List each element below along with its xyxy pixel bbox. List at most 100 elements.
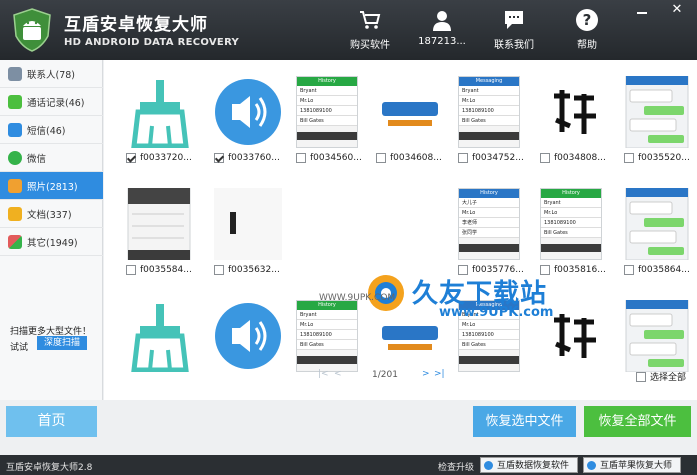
help-label: 帮助: [577, 40, 597, 51]
app-title: 互盾安卓恢复大师: [64, 15, 208, 35]
thumbnail-image: [214, 76, 282, 148]
thumbnail-caption: f0034752...: [458, 152, 544, 164]
photo-grid: f0033720... f0033760... History Bryant Mr.Lo…: [104, 60, 697, 400]
watermark-url: www.9UPK.com: [439, 305, 554, 320]
thumbnail-image: [126, 188, 194, 260]
deep-scan-button[interactable]: 深度扫描: [37, 336, 87, 350]
thumbnail-caption: f0035816...: [540, 264, 626, 276]
phone-title-bar: History: [541, 189, 601, 198]
thumbnail-caption: f0035520...: [624, 152, 697, 164]
buy-software-label: 购买软件: [350, 40, 390, 51]
phone-row: Bryant: [297, 86, 357, 96]
phone-row: 1381089100: [459, 106, 519, 116]
checkbox[interactable]: [458, 153, 468, 163]
phone-icon: [8, 94, 22, 109]
broom-icon: [131, 304, 189, 372]
wechat-icon: [8, 150, 22, 165]
phone-row: 1381089100: [297, 106, 357, 116]
checkbox[interactable]: [296, 153, 306, 163]
checkbox[interactable]: [126, 265, 136, 275]
phone-row: 1381089100: [541, 218, 601, 228]
chat-screenshot-icon: [625, 300, 689, 372]
checkbox[interactable]: [214, 265, 224, 275]
chat-bubble-icon: [505, 11, 523, 29]
thumbnail-caption: f0034808...: [540, 152, 626, 164]
thumbnail-caption: f0033720...: [126, 152, 212, 164]
sidebar-item-photos[interactable]: 照片(2813): [0, 172, 103, 200]
phone-row: Mr.Lo: [297, 96, 357, 106]
checkbox[interactable]: [624, 265, 634, 275]
watermark-small: WWW.9UPK.COM: [319, 293, 396, 303]
phone-row: Mr.Lo: [541, 208, 601, 218]
other-icon: [8, 234, 22, 249]
thumbnail-image: History Bryant Mr.Lo 1381089100 Bill Gates: [540, 188, 608, 260]
file-name: f0034752...: [472, 153, 524, 163]
app-window: 互盾安卓恢复大师 HD ANDROID DATA RECOVERY 购买软件 1…: [0, 0, 697, 475]
phone-footer: [459, 132, 519, 140]
sidebar-item-call-log[interactable]: 通话记录(46): [0, 88, 103, 116]
checkbox[interactable]: [126, 153, 136, 163]
phone-row: Mr.Lo: [459, 320, 519, 330]
thumbnail-image: History Bryant Mr.Lo 1381089100 Bill Gates: [296, 300, 364, 372]
next-page-button[interactable]: >: [422, 369, 430, 379]
checkbox[interactable]: [624, 153, 634, 163]
scan-try-text: 试试: [10, 343, 29, 353]
buy-software-button[interactable]: 购买软件: [348, 8, 392, 52]
checkbox[interactable]: [540, 153, 550, 163]
thumbnail-image: Messaging Bryant Mr.Lo 1381089100 Bill Gates: [458, 76, 526, 148]
checkbox[interactable]: [636, 371, 646, 382]
thumbnail-image: History 大儿子 Mr.Lo 李老师 张同学: [458, 188, 526, 260]
title-bar: 互盾安卓恢复大师 HD ANDROID DATA RECOVERY 购买软件 1…: [0, 0, 697, 60]
sidebar-item-label: 其它(1949): [27, 237, 78, 249]
help-button[interactable]: ? 帮助: [572, 8, 602, 52]
minimize-icon[interactable]: [636, 4, 648, 16]
file-name: f0035584...: [140, 265, 192, 275]
thumbnail-image: [126, 300, 194, 372]
prev-page-button[interactable]: <: [334, 369, 342, 379]
thumbnail-image: [624, 188, 692, 260]
sidebar-item-wechat[interactable]: 微信: [0, 144, 103, 172]
first-page-button[interactable]: |<: [318, 369, 329, 379]
home-button[interactable]: 首页: [6, 406, 97, 437]
phone-title-bar: History: [297, 77, 357, 86]
checkbox[interactable]: [376, 153, 386, 163]
phone-row: Bryant: [541, 198, 601, 208]
thumbnail-image: [376, 76, 444, 148]
checkbox[interactable]: [214, 153, 224, 163]
account-label: 187213...: [418, 36, 466, 47]
recover-selected-button[interactable]: 恢复选中文件: [473, 406, 576, 437]
add-contact-screenshot-icon: [127, 188, 191, 260]
sidebar-item-documents[interactable]: 文档(337): [0, 200, 103, 228]
speaker-icon: [215, 79, 281, 145]
sidebar-item-label: 照片(2813): [27, 181, 78, 193]
contacts-icon: [8, 66, 22, 81]
phone-row: 张同学: [459, 228, 519, 238]
file-name: f0035864...: [638, 265, 690, 275]
chat-screenshot-icon: [625, 76, 689, 148]
blank-image-icon: [214, 188, 282, 260]
phone-row: Bryant: [297, 310, 357, 320]
iphone-recovery-link[interactable]: 互盾苹果恢复大师: [583, 457, 681, 473]
contact-us-button[interactable]: 联系我们: [492, 8, 536, 52]
thumbnail-image: [624, 76, 692, 148]
recover-all-button[interactable]: 恢复全部文件: [584, 406, 691, 437]
status-bar: 互盾安卓恢复大师2.8 检查升级 互盾数据恢复软件 互盾苹果恢复大师: [0, 455, 697, 475]
cart-icon: [360, 11, 381, 29]
app-subtitle: HD ANDROID DATA RECOVERY: [64, 37, 240, 48]
last-page-button[interactable]: >|: [434, 369, 445, 379]
sidebar-item-contacts[interactable]: 联系人(78): [0, 60, 103, 88]
check-update-link[interactable]: 检查升级: [438, 460, 474, 473]
phone-footer: [459, 244, 519, 252]
account-button[interactable]: 187213...: [418, 8, 466, 52]
select-all-checkbox[interactable]: 选择全部: [636, 370, 686, 383]
thumbnail-image: History Bryant Mr.Lo 1381089100 Bill Gates: [296, 76, 364, 148]
phone-row: Mr.Lo: [297, 320, 357, 330]
sidebar-item-other[interactable]: 其它(1949): [0, 228, 103, 256]
close-icon[interactable]: ✕: [670, 3, 684, 17]
sidebar-item-sms[interactable]: 短信(46): [0, 116, 103, 144]
thumbnail-image: [214, 300, 282, 372]
data-recovery-link[interactable]: 互盾数据恢复软件: [480, 457, 578, 473]
iphone-recovery-label: 互盾苹果恢复大师: [600, 461, 673, 471]
phone-row: Bryant: [459, 86, 519, 96]
chat-screenshot-icon: [625, 188, 689, 260]
